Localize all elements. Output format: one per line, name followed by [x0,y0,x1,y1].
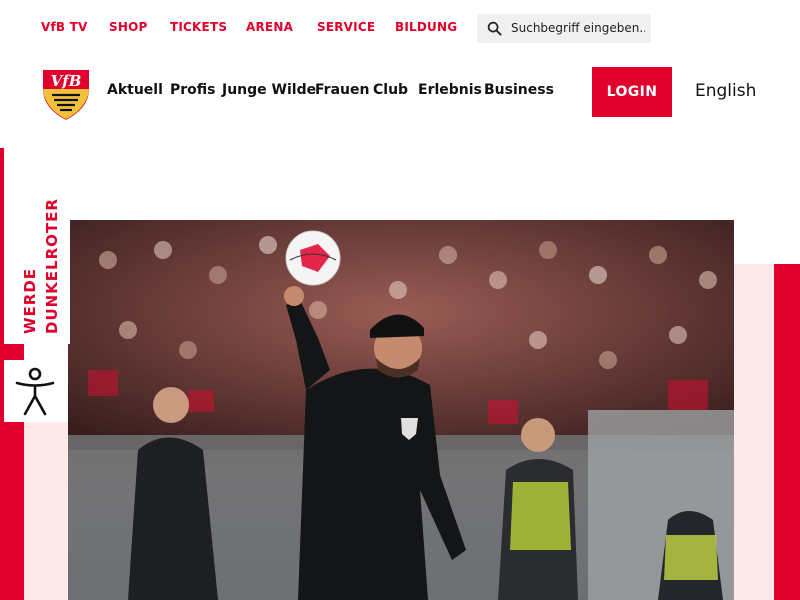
main-nav-business[interactable]: Business [484,82,554,98]
search-input[interactable] [511,19,645,37]
top-utility-nav: VfB TV SHOP TICKETS ARENA SERVICE BILDUN… [0,0,800,56]
top-nav-shop[interactable]: SHOP [109,20,147,34]
main-nav-frauen[interactable]: Frauen [315,82,369,98]
search-icon[interactable] [487,21,502,36]
top-nav-bildung[interactable]: BILDUNG [395,20,457,34]
main-nav-aktuell[interactable]: Aktuell [107,82,163,98]
login-button[interactable]: LOGIN [592,67,672,117]
vfb-crest-logo[interactable]: VfB [40,67,92,123]
hero-right-red-stripe [774,264,800,600]
svg-text:VfB: VfB [51,72,82,90]
hero-photo-illustration [68,220,734,600]
main-nav-junge-wilde[interactable]: Junge Wilde [222,82,316,98]
search-box [477,14,651,43]
top-nav-arena[interactable]: ARENA [246,20,293,34]
crest-icon: VfB [41,68,91,123]
main-nav-club[interactable]: Club [373,82,408,98]
top-nav-service[interactable]: SERVICE [317,20,375,34]
werde-dunkelroter-banner[interactable]: WERDE DUNKELROTER [4,148,70,344]
main-nav-profis[interactable]: Profis [170,82,216,98]
top-nav-vfb-tv[interactable]: VfB TV [41,20,88,34]
main-nav-erlebnis[interactable]: Erlebnis [418,82,482,98]
top-nav-tickets[interactable]: TICKETS [170,20,227,34]
hero-image[interactable] [68,220,734,600]
werde-dunkelroter-text: WERDE DUNKELROTER [21,198,61,334]
accessibility-icon [15,367,55,416]
language-switch-english[interactable]: English [695,81,756,101]
hero-left-pink-block [24,422,68,600]
accessibility-button[interactable] [4,360,67,422]
